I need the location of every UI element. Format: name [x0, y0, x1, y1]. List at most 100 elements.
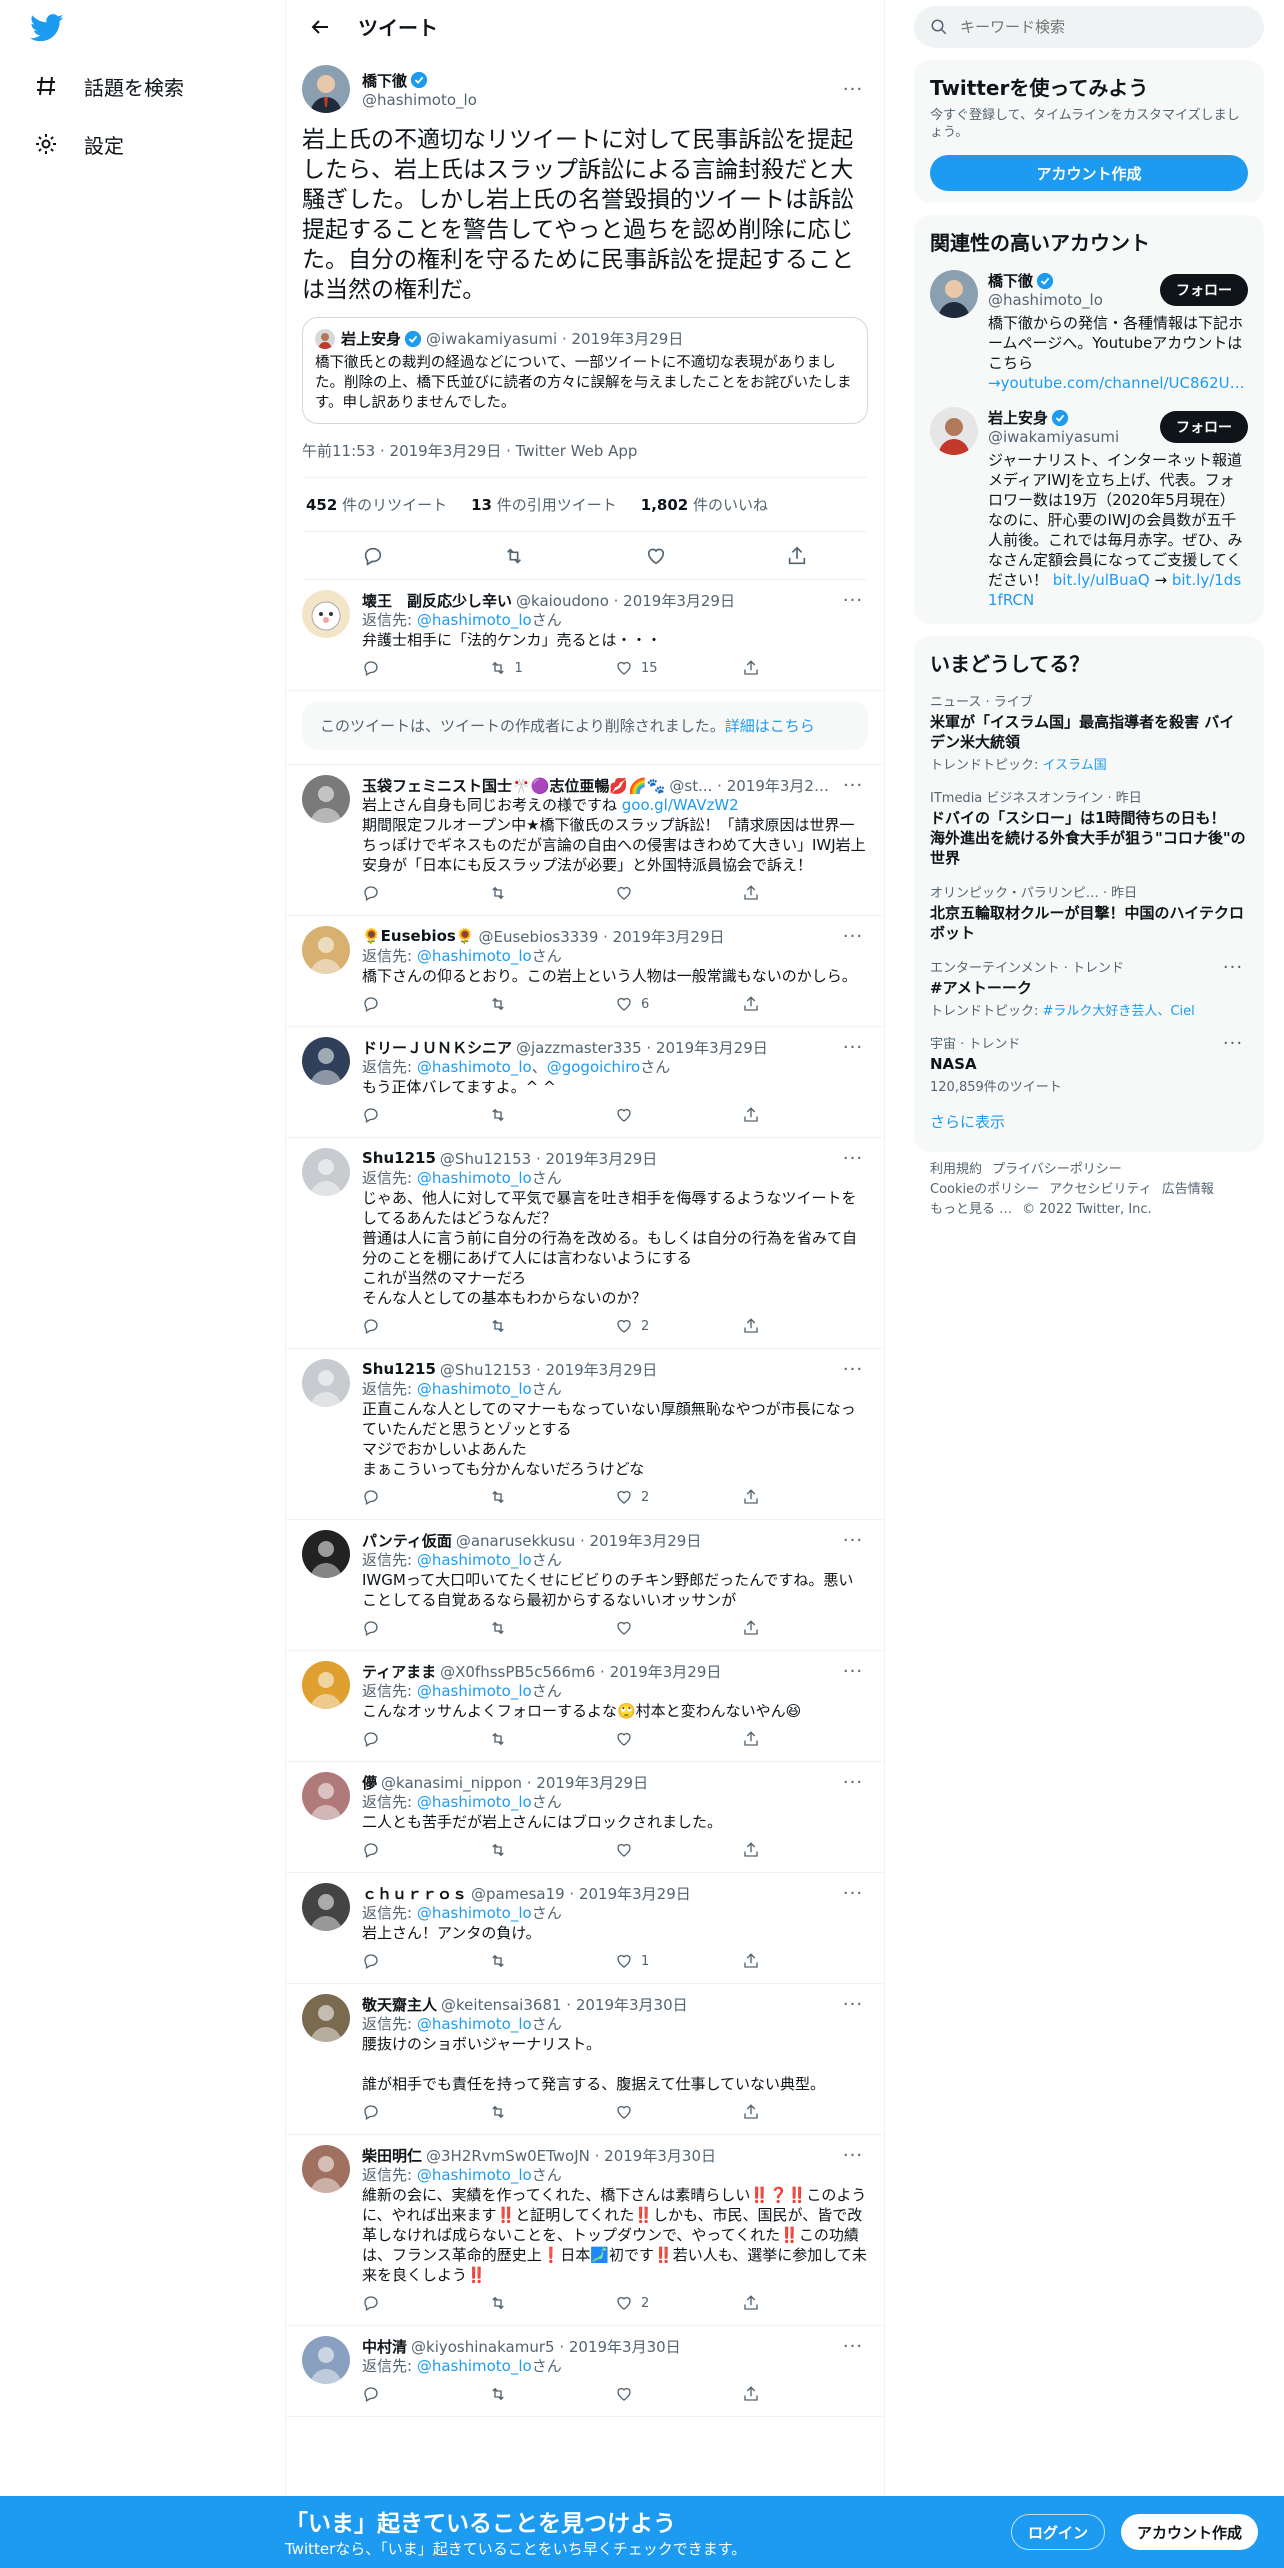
more-options-icon[interactable]: ···: [838, 2145, 868, 2165]
show-more-link[interactable]: さらに表示: [930, 1111, 1248, 1140]
reply-button[interactable]: [362, 2385, 489, 2403]
share-button[interactable]: [742, 995, 869, 1013]
learn-more-link[interactable]: 詳細はこちら: [725, 717, 815, 735]
share-button[interactable]: [742, 2103, 869, 2121]
reply-button[interactable]: [362, 1841, 489, 1859]
mention-link[interactable]: @hashimoto_lo: [417, 1793, 532, 1811]
share-button[interactable]: [742, 884, 869, 902]
avatar[interactable]: [302, 2145, 350, 2193]
share-button[interactable]: [742, 1317, 869, 1335]
mention-link[interactable]: @hashimoto_lo: [417, 1682, 532, 1700]
avatar[interactable]: [302, 1994, 350, 2042]
avatar[interactable]: [302, 590, 350, 638]
share-button[interactable]: [742, 659, 869, 677]
retweet-button[interactable]: [489, 995, 616, 1013]
footer-link[interactable]: もっと見る …: [930, 1202, 1012, 1217]
mention-link[interactable]: @hashimoto_lo: [417, 1904, 532, 1922]
footer-link[interactable]: プライバシーポリシー: [992, 1162, 1122, 1177]
trend-link[interactable]: イスラム国: [1043, 758, 1107, 773]
avatar[interactable]: [302, 65, 350, 113]
account-item[interactable]: 橋下徹 @hashimoto_lo フォロー 橋下徹からの発信・各種情報は下記ホ…: [930, 270, 1248, 393]
like-button[interactable]: 2: [615, 2294, 742, 2312]
share-icon[interactable]: [780, 539, 814, 573]
reply-tweet[interactable]: ティアまま @X0fhssPB5c566m6 · 2019年3月29日 ··· 返信先…: [286, 1651, 884, 1762]
avatar[interactable]: [930, 407, 978, 455]
quoted-tweet[interactable]: 岩上安身 @iwakamiyasumi · 2019年3月29日 橋下徹氏との裁…: [302, 317, 868, 424]
reply-button[interactable]: [362, 1317, 489, 1335]
footer-link[interactable]: 利用規約: [930, 1162, 982, 1177]
like-button[interactable]: 2: [615, 1317, 742, 1335]
reply-button[interactable]: [362, 1488, 489, 1506]
share-button[interactable]: [742, 1952, 869, 1970]
account-name[interactable]: 橋下徹: [988, 270, 1103, 291]
reply-tweet[interactable]: ドリーＪＵＮＫシニア @jazzmaster335 · 2019年3月29日 ···…: [286, 1027, 884, 1138]
reply-meta[interactable]: @pamesa19 · 2019年3月29日: [471, 1883, 691, 1903]
like-count[interactable]: 1,802 件のいいね: [641, 494, 768, 515]
reply-button[interactable]: [362, 884, 489, 902]
avatar[interactable]: [930, 270, 978, 318]
avatar[interactable]: [302, 2336, 350, 2384]
bio-link[interactable]: →youtube.com/channel/UC862U…: [988, 374, 1245, 392]
more-options-icon[interactable]: ···: [1218, 1033, 1248, 1054]
retweet-button[interactable]: [489, 884, 616, 902]
share-button[interactable]: [742, 2294, 869, 2312]
reply-author-name[interactable]: 中村清: [362, 2336, 407, 2356]
retweet-button[interactable]: [489, 2103, 616, 2121]
reply-tweet[interactable]: 🌻Eusebios🌻 @Eusebios3339 · 2019年3月29日 ··· 返…: [286, 916, 884, 1027]
reply-meta[interactable]: @Shu12153 · 2019年3月29日: [440, 1359, 657, 1379]
reply-meta[interactable]: @kiyoshinakamur5 · 2019年3月30日: [411, 2336, 681, 2356]
share-button[interactable]: [742, 1730, 869, 1748]
reply-author-name[interactable]: ドリーＪＵＮＫシニア: [362, 1037, 512, 1057]
reply-button[interactable]: [362, 995, 489, 1013]
mention-link[interactable]: @hashimoto_lo: [417, 2015, 532, 2033]
like-button[interactable]: 6: [615, 995, 742, 1013]
follow-button[interactable]: フォロー: [1160, 410, 1248, 443]
nav-explore[interactable]: 話題を検索: [32, 60, 184, 112]
like-button[interactable]: [615, 1619, 742, 1637]
reply-tweet[interactable]: Shu1215 @Shu12153 · 2019年3月29日 ··· 返信先: @ha…: [286, 1138, 884, 1349]
reply-button[interactable]: [362, 1619, 489, 1637]
more-options-icon[interactable]: ···: [838, 1772, 868, 1792]
more-options-icon[interactable]: ···: [838, 79, 868, 100]
mention-link[interactable]: @gogoichiro: [547, 1058, 641, 1076]
reply-button[interactable]: [362, 1106, 489, 1124]
account-name[interactable]: 岩上安身: [988, 407, 1119, 428]
retweet-button[interactable]: [489, 1488, 616, 1506]
mention-link[interactable]: @hashimoto_lo: [417, 1551, 532, 1569]
reply-meta[interactable]: @3H2RvmSw0ETwoJN · 2019年3月30日: [426, 2145, 716, 2165]
reply-author-name[interactable]: 儚: [362, 1772, 377, 1792]
reply-tweet[interactable]: 儚 @kanasimi_nippon · 2019年3月29日 ··· 返信先: @h…: [286, 1762, 884, 1873]
retweet-button[interactable]: 1: [489, 659, 616, 677]
twitter-logo-icon[interactable]: [30, 14, 64, 42]
reply-icon[interactable]: [356, 539, 390, 573]
reply-tweet[interactable]: 玉袋フェミニスト国士🎌🟣志位亜暢💋🌈🐾 @st... · 2019年3月29日 ··…: [286, 765, 884, 916]
share-button[interactable]: [742, 2385, 869, 2403]
signup-button[interactable]: アカウント作成: [1121, 2514, 1259, 2550]
more-options-icon[interactable]: ···: [838, 1661, 868, 1681]
more-options-icon[interactable]: ···: [838, 775, 868, 795]
retweet-count[interactable]: 452 件のリツイート: [306, 494, 447, 515]
avatar[interactable]: [302, 1883, 350, 1931]
reply-button[interactable]: [362, 1952, 489, 1970]
more-options-icon[interactable]: ···: [838, 2336, 868, 2356]
share-button[interactable]: [742, 1106, 869, 1124]
tweet-timestamp[interactable]: 午前11:53 · 2019年3月29日 · Twitter Web App: [302, 424, 868, 478]
more-options-icon[interactable]: ···: [838, 1037, 868, 1057]
retweet-button[interactable]: [489, 1317, 616, 1335]
retweet-button[interactable]: [489, 1106, 616, 1124]
reply-meta[interactable]: @kaioudono · 2019年3月29日: [516, 590, 735, 610]
footer-link[interactable]: 広告情報: [1162, 1182, 1214, 1197]
footer-link[interactable]: Cookieのポリシー: [930, 1182, 1039, 1197]
trend-item[interactable]: オリンピック・パラリンピ… · 昨日 北京五輪取材クルーが目撃！中国のハイテクロボ…: [930, 882, 1248, 943]
avatar[interactable]: [302, 775, 350, 823]
nav-settings[interactable]: 設定: [32, 118, 124, 170]
account-handle[interactable]: @iwakamiyasumi: [988, 428, 1119, 446]
like-button[interactable]: 2: [615, 1488, 742, 1506]
trend-item[interactable]: エンターテインメント · トレンド #アメトーーク トレンドトピック: #ラルク大好…: [930, 957, 1248, 1019]
reply-author-name[interactable]: 敬天齋主人: [362, 1994, 437, 2014]
avatar[interactable]: [302, 1037, 350, 1085]
quote-count[interactable]: 13 件の引用ツイート: [471, 494, 617, 515]
back-arrow-icon[interactable]: [302, 9, 338, 45]
more-options-icon[interactable]: ···: [838, 590, 868, 610]
like-button[interactable]: [615, 1106, 742, 1124]
